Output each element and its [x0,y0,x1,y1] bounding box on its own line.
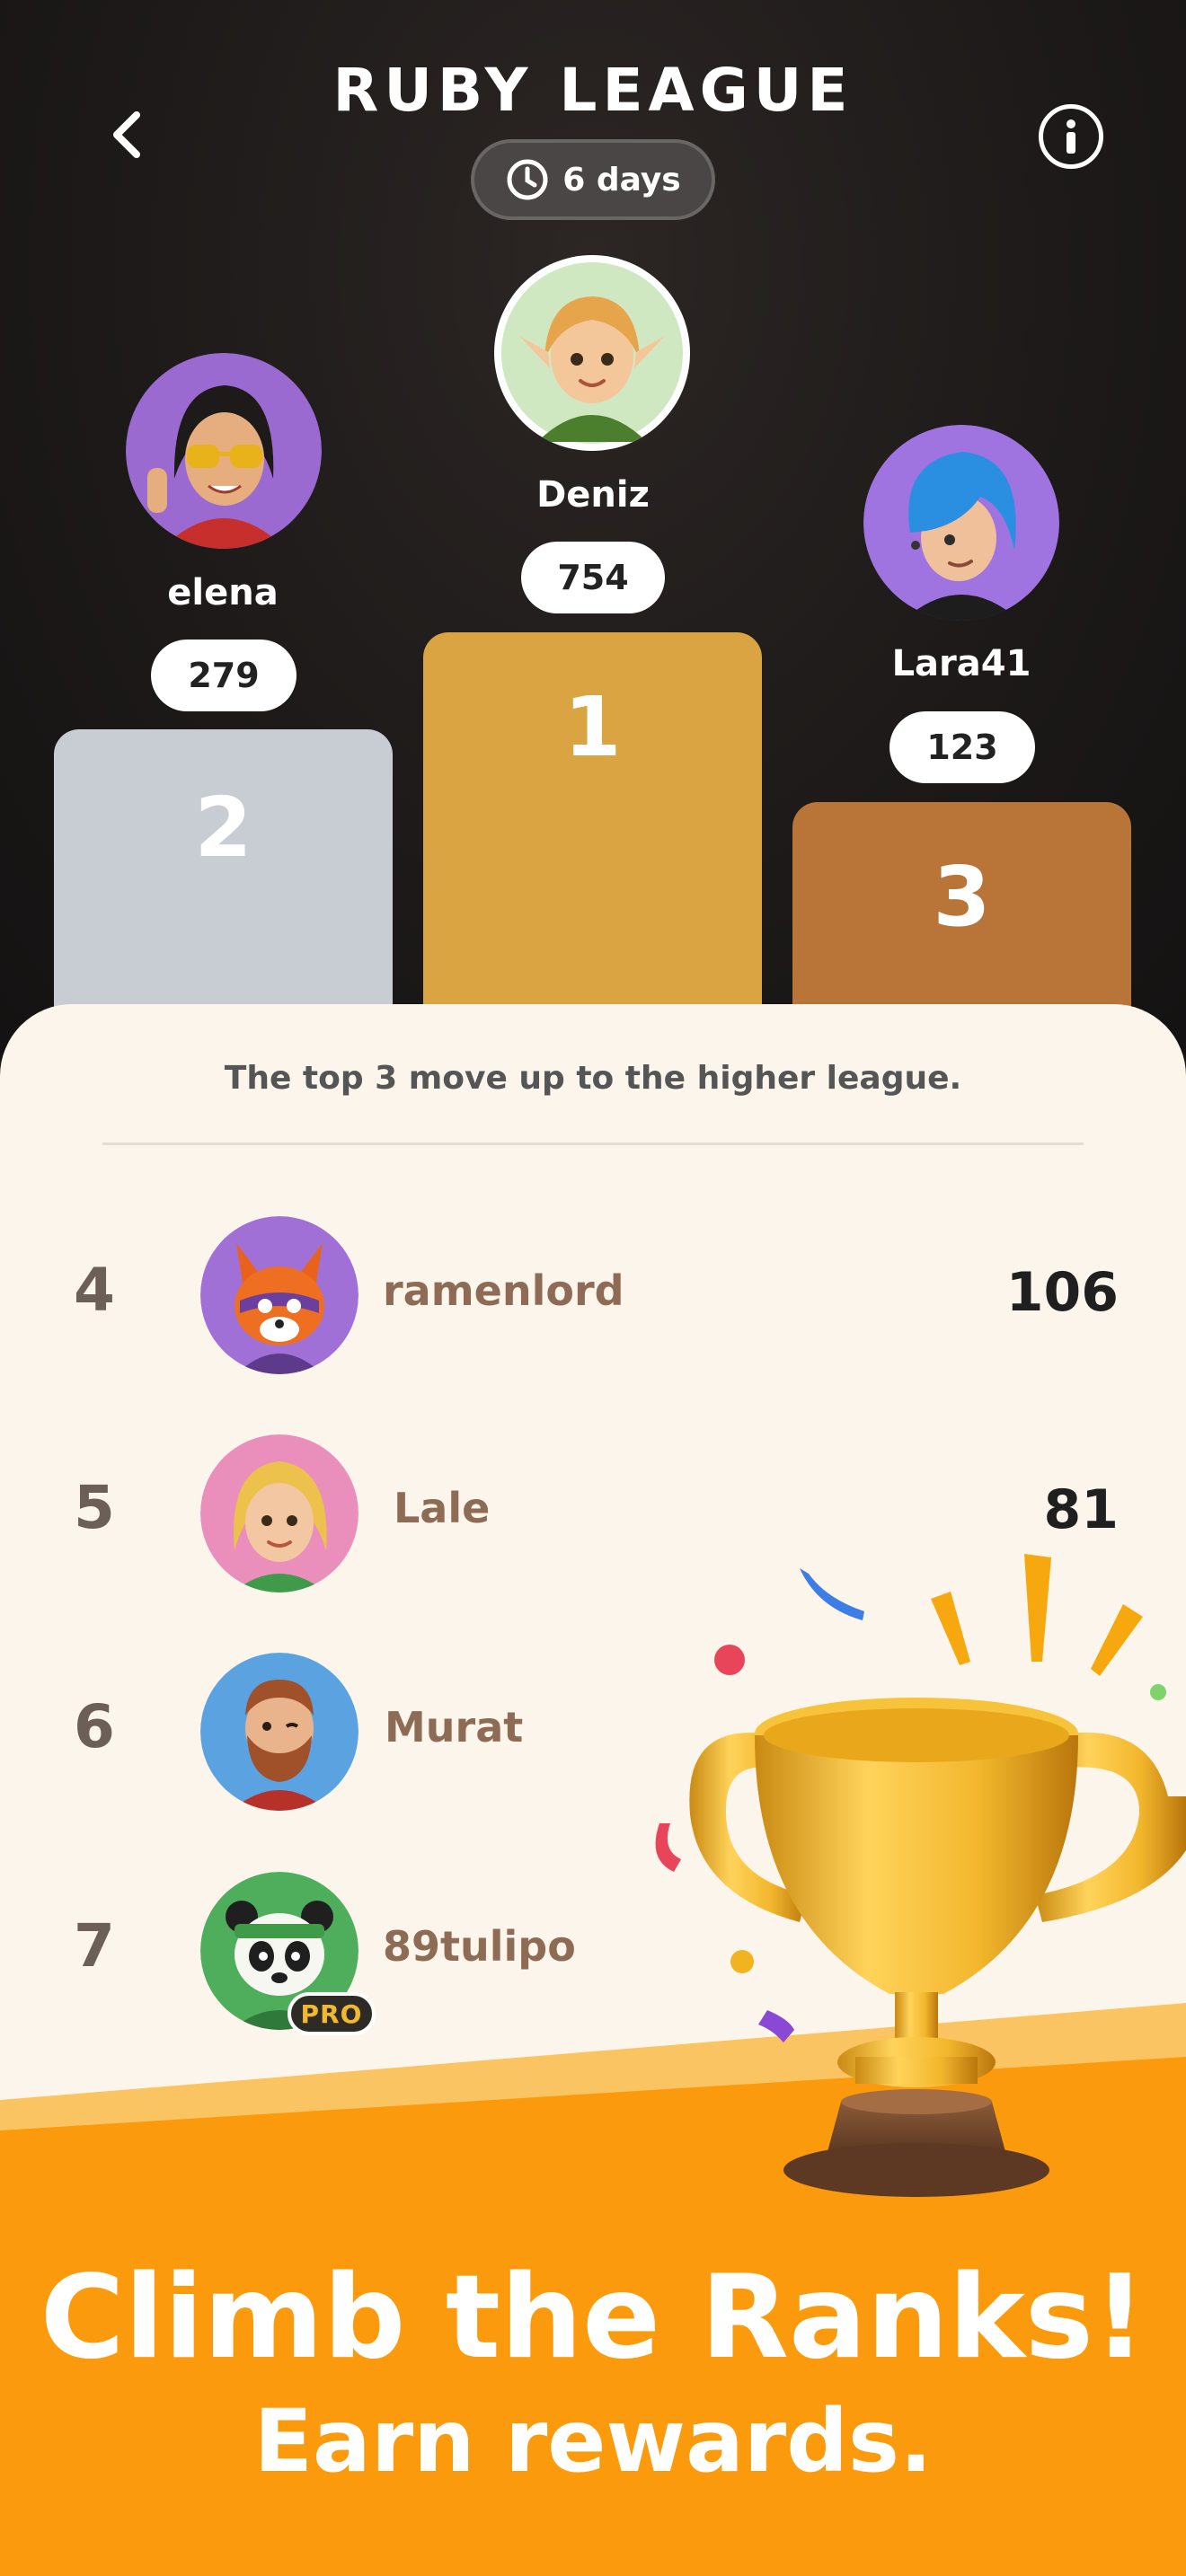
row-name: ramenlord [383,1266,624,1315]
row-score: 106 [1005,1261,1119,1324]
elf-avatar-icon [501,262,683,444]
blue-hair-avatar-icon [863,425,1059,621]
row-rank: 6 [74,1692,115,1761]
third-place-name: Lara41 [891,643,1031,684]
avatar-first-place[interactable] [494,255,690,451]
podium-first-rank: 1 [563,679,622,775]
promotion-rule-text: The top 3 move up to the higher league. [224,1060,962,1097]
league-header-area: RUBY LEAGUE 6 days Deniz 754 elena 279 L… [0,0,1186,1060]
row-name: Murat [385,1703,524,1751]
first-place-name: Deniz [536,474,650,516]
row-name: 89tulipo [383,1922,576,1971]
second-place-name: elena [167,572,279,613]
first-place-score: 754 [521,542,665,613]
row-rank: 4 [74,1256,115,1325]
page-title: RUBY LEAGUE [332,56,854,125]
info-icon [1067,119,1075,154]
row-name: Lale [394,1484,491,1532]
avatar-second-place[interactable] [126,353,322,549]
bearded-man-avatar-icon [200,1653,358,1811]
avatar-third-place[interactable] [863,425,1059,621]
promo-subline: Earn rewards. [253,2391,933,2492]
second-place-score: 279 [151,640,296,711]
avatar [200,1653,358,1811]
promo-headline: Climb the Ranks! [40,2251,1146,2385]
clock-icon [507,159,548,200]
blonde-woman-avatar-icon [200,1434,358,1592]
avatar [200,1216,358,1374]
divider [102,1142,1084,1145]
info-button[interactable] [1039,104,1103,169]
woman-sunglasses-avatar-icon [126,353,322,549]
row-rank: 7 [74,1911,115,1981]
trophy-icon [689,1554,1186,2197]
fox-avatar-icon [200,1216,358,1374]
podium-first: 1 [423,632,762,1060]
timer-text: 6 days [562,161,681,198]
league-timer: 6 days [471,139,715,220]
avatar [200,1434,358,1592]
row-rank: 5 [74,1473,115,1542]
third-place-score: 123 [890,711,1035,783]
